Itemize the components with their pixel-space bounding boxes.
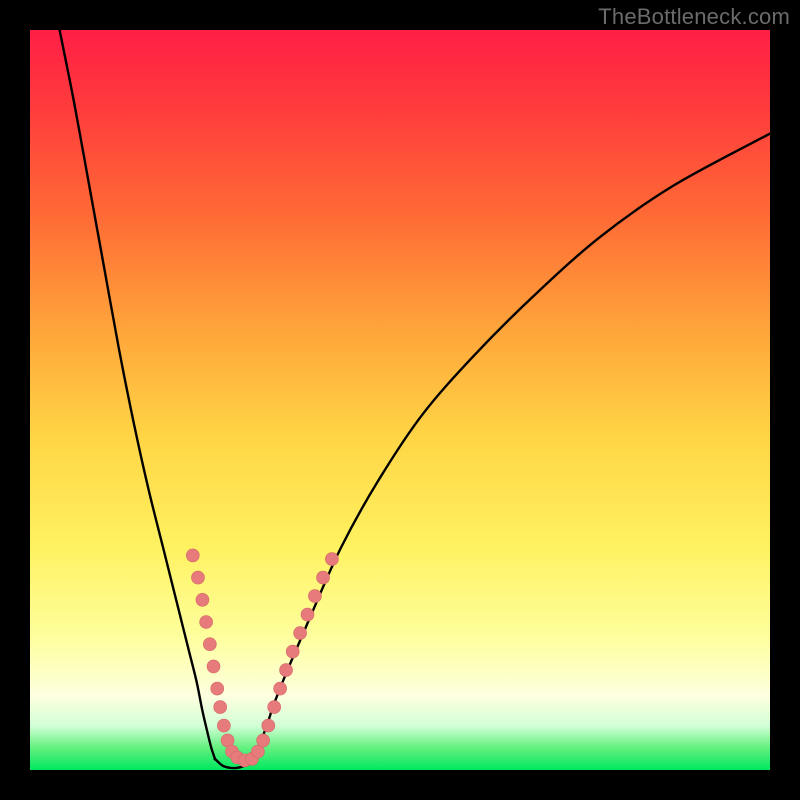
data-marker: [317, 571, 330, 584]
data-marker: [280, 664, 293, 677]
data-marker: [200, 616, 213, 629]
watermark-text: TheBottleneck.com: [598, 4, 790, 30]
chart-frame: TheBottleneck.com: [0, 0, 800, 800]
markers-group: [186, 549, 338, 767]
data-marker: [274, 682, 287, 695]
data-marker: [186, 549, 199, 562]
data-marker: [214, 701, 227, 714]
data-marker: [286, 645, 299, 658]
data-marker: [308, 590, 321, 603]
data-marker: [203, 638, 216, 651]
data-marker: [257, 734, 270, 747]
data-marker: [196, 593, 209, 606]
curve-path: [60, 30, 770, 768]
bottleneck-curve-svg: [30, 30, 770, 770]
data-marker: [217, 719, 230, 732]
data-marker: [191, 571, 204, 584]
curve-group: [60, 30, 770, 768]
plot-area: [30, 30, 770, 770]
data-marker: [211, 682, 224, 695]
data-marker: [301, 608, 314, 621]
data-marker: [262, 719, 275, 732]
data-marker: [325, 553, 338, 566]
data-marker: [207, 660, 220, 673]
data-marker: [268, 701, 281, 714]
data-marker: [294, 627, 307, 640]
